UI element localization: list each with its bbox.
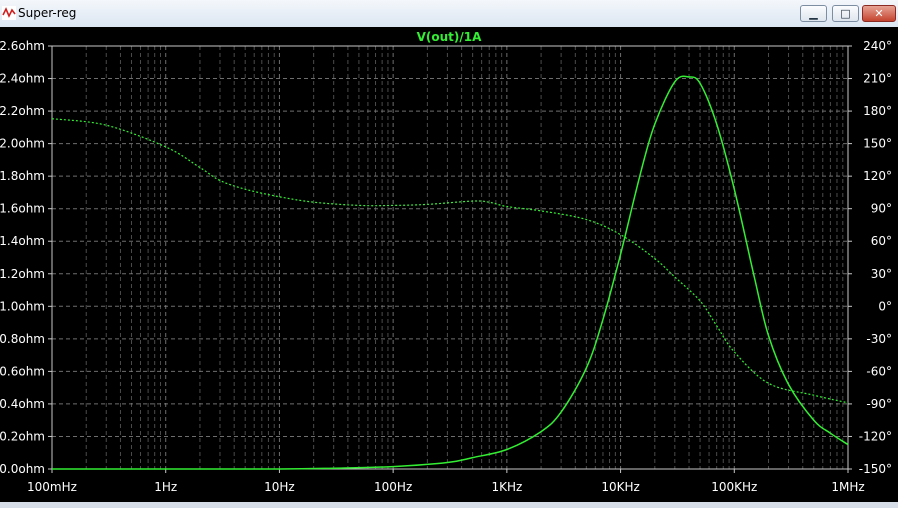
y-tick-label-right: -120° <box>859 429 892 443</box>
y-tick-label-left: 0.4ohm <box>0 397 45 411</box>
y-tick-label-right: 180° <box>863 104 892 118</box>
plot-background <box>0 27 898 502</box>
y-tick-label-right: 0° <box>878 299 892 313</box>
y-tick-label-left: 1.0ohm <box>0 299 45 313</box>
y-tick-label-right: 30° <box>871 267 892 281</box>
y-tick-label-left: 1.6ohm <box>0 202 45 216</box>
y-tick-label-right: 210° <box>863 72 892 86</box>
y-tick-label-right: 240° <box>863 39 892 53</box>
minimize-button[interactable]: ▁ <box>800 5 827 22</box>
window-title: Super-reg <box>18 6 77 20</box>
y-tick-label-right: -150° <box>859 462 892 476</box>
y-tick-label-right: 90° <box>871 202 892 216</box>
waveform-icon <box>2 6 16 20</box>
bode-plot[interactable]: V(out)/1A 100mHz 1Hz 10Hz 100Hz 1KHz 10KHz 100… <box>0 27 898 502</box>
x-tick-label: 10KHz <box>601 480 639 494</box>
maximize-button[interactable]: □ <box>832 5 859 22</box>
y-tick-label-left: 1.2ohm <box>0 267 45 281</box>
y-tick-label-left: 2.4ohm <box>0 72 45 86</box>
y-tick-label-right: 150° <box>863 137 892 151</box>
trace-title: V(out)/1A <box>417 30 483 44</box>
y-tick-label-left: 0.2ohm <box>0 429 45 443</box>
y-tick-label-left: 2.6ohm <box>0 39 45 53</box>
close-icon: ✕ <box>874 7 884 20</box>
y-tick-label-left: 2.0ohm <box>0 137 45 151</box>
window-bottom-border <box>0 502 898 508</box>
y-tick-label-right: -90° <box>866 397 892 411</box>
plot-window: Super-reg ▁ □ ✕ V(out)/1A 100mHz 1Hz 10Hz 1… <box>0 0 898 508</box>
title-bar[interactable]: Super-reg ▁ □ ✕ <box>0 0 898 28</box>
y-tick-label-right: -60° <box>866 364 892 378</box>
y-tick-label-left: 1.4ohm <box>0 234 45 248</box>
close-button[interactable]: ✕ <box>862 5 896 22</box>
y-tick-label-left: 1.8ohm <box>0 169 45 183</box>
y-tick-label-right: -30° <box>866 332 892 346</box>
x-tick-label: 1KHz <box>491 480 522 494</box>
y-tick-label-left: 2.2ohm <box>0 104 45 118</box>
y-tick-label-left: 0.0ohm <box>0 462 45 476</box>
x-tick-label: 100KHz <box>711 480 757 494</box>
x-tick-label: 10Hz <box>264 480 295 494</box>
x-tick-label: 100Hz <box>374 480 412 494</box>
y-tick-label-left: 0.8ohm <box>0 332 45 346</box>
y-tick-label-right: 60° <box>871 234 892 248</box>
y-tick-label-left: 0.6ohm <box>0 364 45 378</box>
x-tick-label: 1MHz <box>831 480 864 494</box>
x-tick-label: 1Hz <box>154 480 177 494</box>
x-tick-label: 100mHz <box>27 480 77 494</box>
maximize-icon: □ <box>840 7 851 20</box>
minimize-icon: ▁ <box>809 7 818 20</box>
y-tick-label-right: 120° <box>863 169 892 183</box>
